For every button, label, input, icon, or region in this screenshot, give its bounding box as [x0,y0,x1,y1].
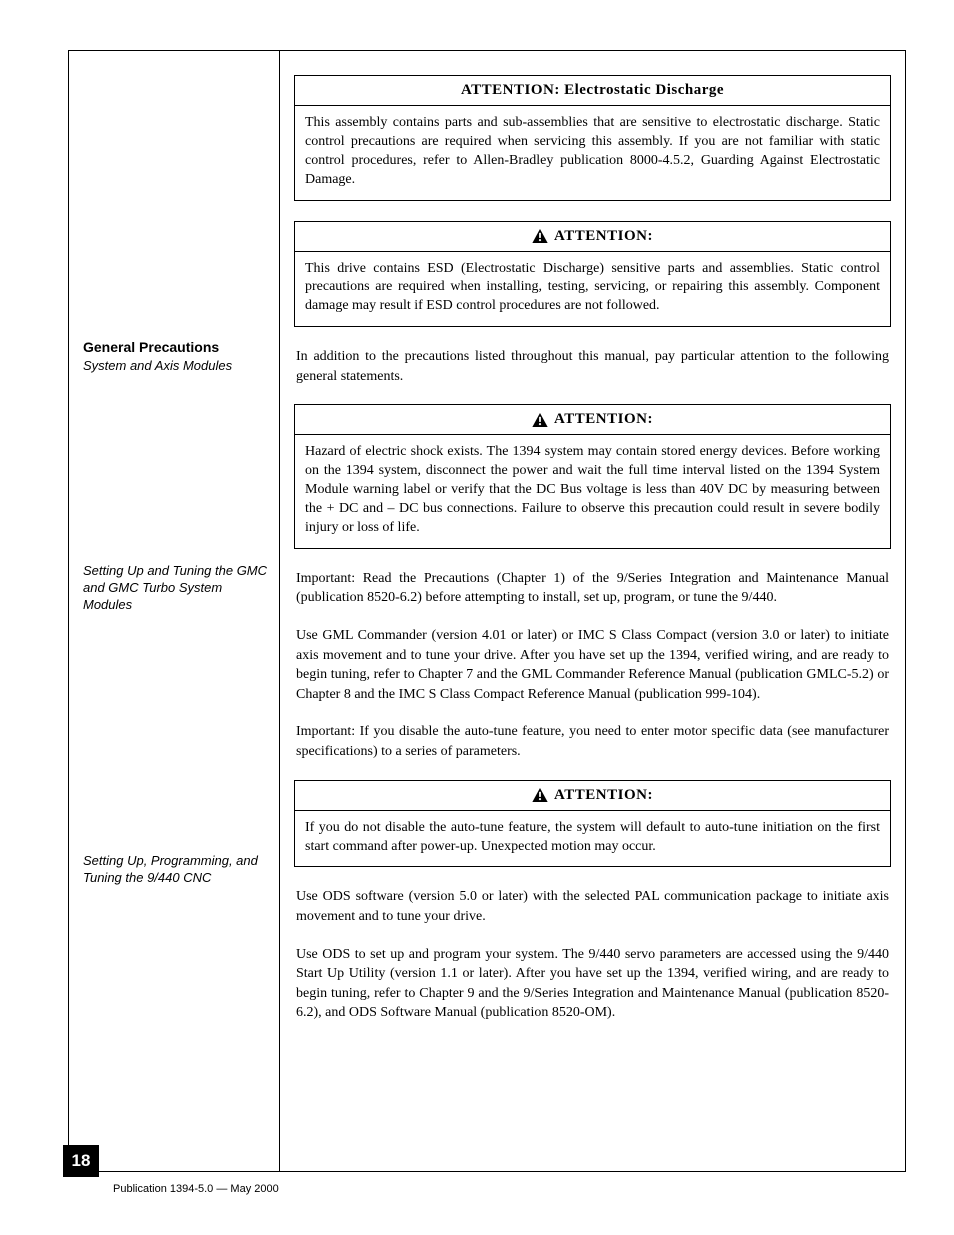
attention-heading: ATTENTION: [295,781,890,811]
body-paragraph: Use GML Commander (version 4.01 or later… [296,626,889,704]
body-paragraph: Important: Read the Precautions (Chapter… [296,569,889,608]
page: General Precautions System and Axis Modu… [0,0,954,1235]
attention-body: If you do not disable the auto-tune feat… [295,811,890,867]
attention-heading-text: ATTENTION: Electrostatic Discharge [461,82,724,99]
sidebar-subtitle: Setting Up, Programming, and Tuning the … [83,853,269,887]
attention-body: Hazard of electric shock exists. The 139… [295,435,890,547]
alert-icon [532,229,548,243]
body-paragraph: Use ODS to set up and program your syste… [296,945,889,1023]
attention-box-esd-2: ATTENTION: This drive contains ESD (Elec… [294,221,891,328]
running-footer: Publication 1394-5.0 — May 2000 [113,1183,279,1195]
sidebar-heading-gmc: Setting Up and Tuning the GMC and GMC Tu… [83,563,269,614]
column-divider [279,51,280,1171]
attention-body: This drive contains ESD (Electrostatic D… [295,252,890,327]
attention-heading: ATTENTION: [295,405,890,435]
alert-icon [532,413,548,427]
body-paragraph: Important: If you disable the auto-tune … [296,722,889,761]
page-number: 18 [72,1151,91,1171]
sidebar-title: General Precautions [83,339,269,355]
sidebar-subtitle: Setting Up and Tuning the GMC and GMC Tu… [83,563,269,614]
sidebar-heading-general-precautions: General Precautions System and Axis Modu… [83,339,269,375]
attention-heading-text: ATTENTION: [554,787,653,804]
attention-heading-text: ATTENTION: [554,411,653,428]
attention-box-esd-1: ATTENTION: Electrostatic Discharge This … [294,75,891,201]
attention-heading: ATTENTION: Electrostatic Discharge [295,76,890,106]
attention-box-shock: ATTENTION: Hazard of electric shock exis… [294,404,891,548]
sidebar-subtitle: System and Axis Modules [83,358,269,375]
body-paragraph: Use ODS software (version 5.0 or later) … [296,887,889,926]
body-paragraph: In addition to the precautions listed th… [296,347,889,386]
attention-heading: ATTENTION: [295,222,890,252]
alert-icon [532,788,548,802]
main-column: ATTENTION: Electrostatic Discharge This … [294,75,891,1157]
page-frame: General Precautions System and Axis Modu… [68,50,906,1172]
attention-body: This assembly contains parts and sub-ass… [295,106,890,200]
sidebar-heading-9440: Setting Up, Programming, and Tuning the … [83,853,269,887]
attention-box-autotune: ATTENTION: If you do not disable the aut… [294,780,891,868]
attention-heading-text: ATTENTION: [554,228,653,245]
page-number-badge: 18 [63,1145,99,1177]
